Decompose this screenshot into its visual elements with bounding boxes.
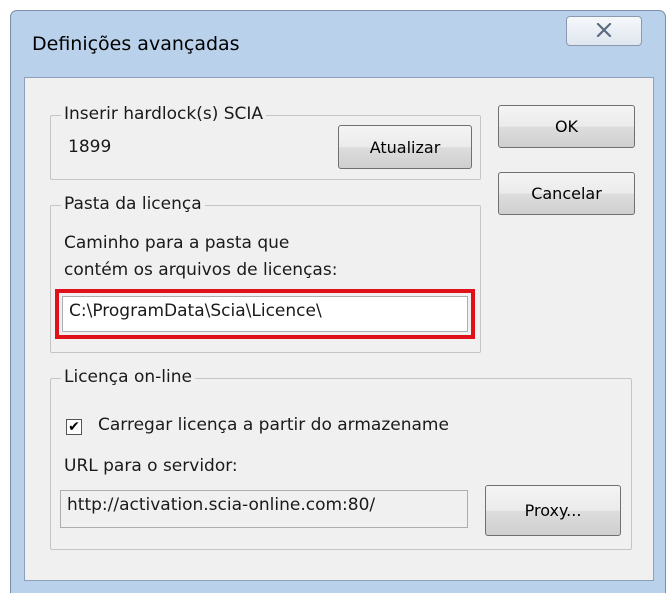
- check-icon: ✔: [68, 419, 80, 435]
- proxy-button[interactable]: Proxy...: [485, 485, 621, 536]
- license-folder-description-line1: Caminho para a pasta que: [64, 233, 290, 253]
- hardlock-value: 1899: [68, 137, 112, 157]
- license-folder-group-legend: Pasta da licença: [61, 194, 205, 214]
- hardlock-group-legend: Inserir hardlock(s) SCIA: [61, 104, 267, 124]
- update-button[interactable]: Atualizar: [338, 125, 472, 169]
- close-icon: [595, 22, 613, 41]
- cancel-button[interactable]: Cancelar: [498, 172, 635, 215]
- close-button[interactable]: [566, 16, 642, 46]
- server-url-input[interactable]: http://activation.scia-online.com:80/: [60, 490, 468, 528]
- load-license-checkbox[interactable]: ✔: [66, 419, 82, 435]
- ok-button[interactable]: OK: [498, 105, 635, 148]
- window-title: Definições avançadas: [32, 33, 240, 55]
- license-path-highlight: [55, 289, 475, 339]
- server-url-label: URL para o servidor:: [64, 456, 238, 476]
- online-license-group-legend: Licença on-line: [61, 367, 195, 387]
- load-license-checkbox-label[interactable]: Carregar licença a partir do armazename: [98, 415, 449, 435]
- license-folder-description-line2: contém os arquivos de licenças:: [64, 260, 338, 280]
